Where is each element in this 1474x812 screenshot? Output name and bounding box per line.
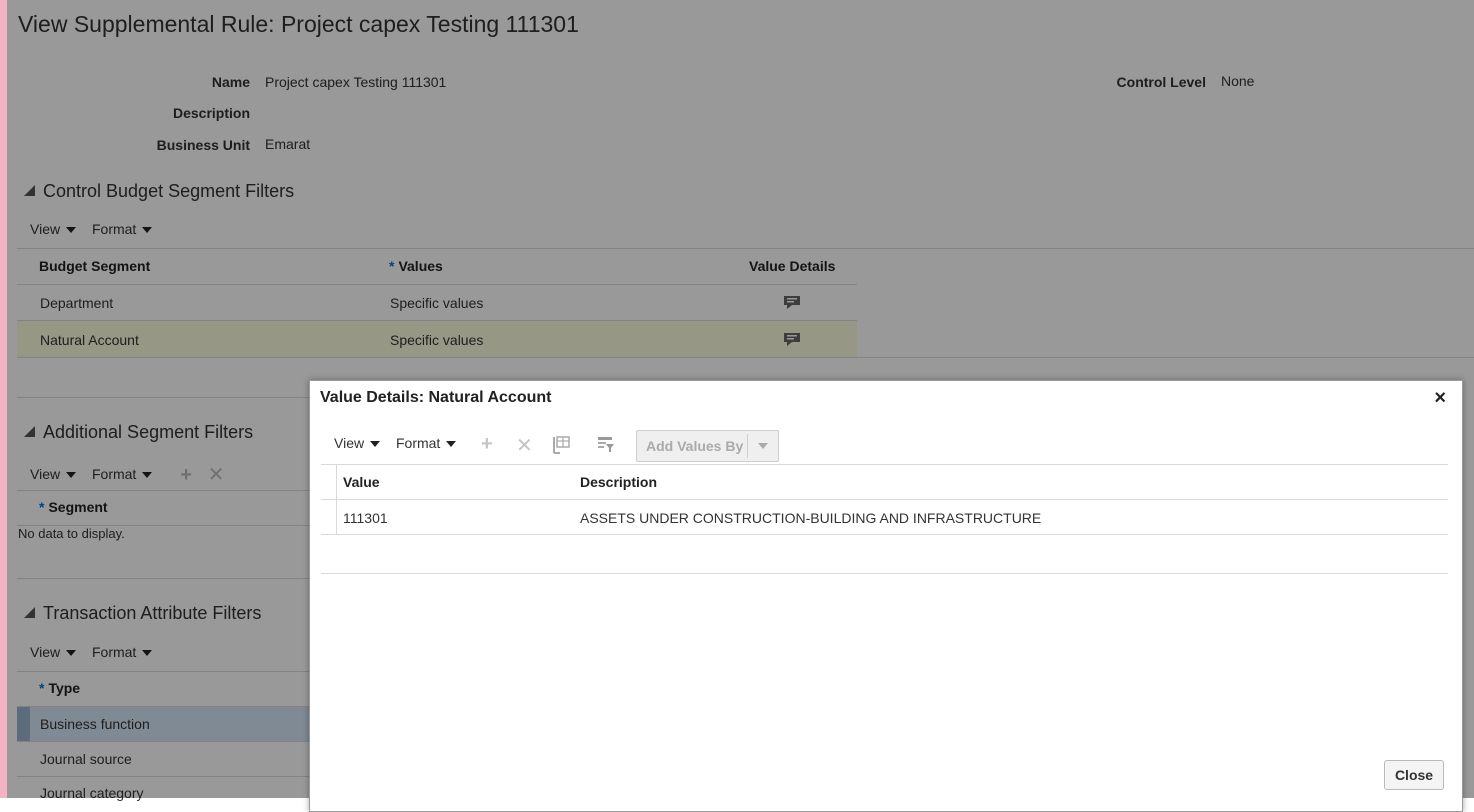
view-label: View (334, 435, 365, 451)
column-header-value: Value (343, 474, 380, 490)
chevron-down-icon (446, 441, 457, 447)
close-icon[interactable]: × (1434, 387, 1446, 410)
add-values-by-label: Add Values By (646, 438, 744, 454)
table-top-border (321, 464, 1448, 465)
value-cell: 111301 (343, 510, 388, 526)
close-button[interactable]: Close (1384, 760, 1444, 790)
column-header-description: Description (580, 474, 658, 490)
table-bottom-border (321, 573, 1448, 574)
left-edge-bar (0, 0, 7, 798)
format-label: Format (395, 435, 441, 451)
dialog-toolbar: View Format (334, 435, 457, 451)
query-by-example-icon[interactable] (597, 436, 615, 454)
value-details-dialog: Value Details: Natural Account × View Fo… (309, 380, 1463, 812)
row-divider (321, 534, 1448, 535)
description-cell: ASSETS UNDER CONSTRUCTION-BUILDING AND I… (580, 510, 1042, 526)
add-icon[interactable]: + (481, 433, 493, 456)
freeze-columns-icon[interactable] (552, 436, 570, 454)
view-menu[interactable]: View (334, 435, 381, 451)
add-values-by-button[interactable]: Add Values By (636, 430, 779, 462)
delete-icon[interactable]: ✕ (516, 433, 533, 458)
chevron-down-icon (370, 441, 381, 447)
format-menu[interactable]: Format (395, 435, 457, 451)
chevron-down-icon[interactable] (758, 443, 768, 449)
header-bottom-border (321, 499, 1448, 500)
button-separator (747, 434, 748, 458)
row-header-divider (336, 465, 337, 535)
dialog-title: Value Details: Natural Account (320, 389, 552, 406)
